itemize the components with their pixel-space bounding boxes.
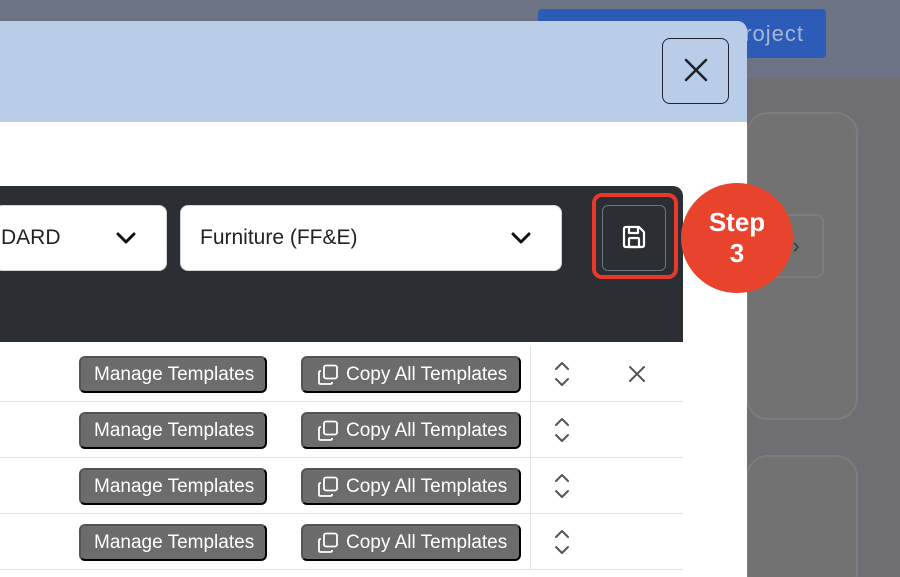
table-row: Manage Templates Copy All Templates [0, 402, 683, 458]
table-row: Manage Templates Copy All Templates [0, 346, 683, 402]
background-card [746, 455, 858, 577]
save-button[interactable] [602, 205, 666, 271]
column-divider [530, 402, 531, 457]
copy-all-templates-button[interactable]: Copy All Templates [301, 524, 521, 561]
template-toolbar: DARD Furniture (FF&E) [0, 186, 683, 342]
manage-templates-label: Manage Templates [94, 475, 255, 497]
chevron-down-icon [114, 226, 138, 250]
copy-icon [316, 419, 340, 443]
manage-templates-button[interactable]: Manage Templates [79, 412, 267, 449]
column-divider [530, 346, 531, 401]
copy-all-templates-button[interactable]: Copy All Templates [301, 356, 521, 393]
copy-icon [316, 363, 340, 387]
drag-sort-icon[interactable] [550, 472, 574, 500]
manage-templates-button[interactable]: Manage Templates [79, 524, 267, 561]
copy-all-templates-label: Copy All Templates [346, 419, 508, 441]
drag-sort-icon[interactable] [550, 360, 574, 388]
close-button[interactable] [662, 38, 729, 104]
copy-all-templates-label: Copy All Templates [346, 475, 508, 497]
step-badge-number: 3 [729, 238, 745, 268]
column-divider [530, 458, 531, 513]
copy-icon [316, 475, 340, 499]
modal-header [0, 21, 747, 122]
save-icon [620, 223, 648, 254]
column-divider [530, 514, 531, 569]
modal-dialog: DARD Furniture (FF&E) Manage Templates C… [0, 21, 747, 577]
manage-templates-label: Manage Templates [94, 363, 255, 385]
manage-templates-label: Manage Templates [94, 419, 255, 441]
standard-select-value: DARD [1, 226, 61, 249]
chevron-down-icon [509, 226, 533, 250]
copy-all-templates-label: Copy All Templates [346, 363, 508, 385]
remove-icon[interactable] [626, 363, 648, 385]
drag-sort-icon[interactable] [550, 416, 574, 444]
table-row: Manage Templates Copy All Templates [0, 514, 683, 570]
table-row: Manage Templates Copy All Templates [0, 458, 683, 514]
copy-all-templates-label: Copy All Templates [346, 531, 508, 553]
drag-sort-icon[interactable] [550, 528, 574, 556]
copy-icon [316, 531, 340, 555]
close-icon [683, 57, 709, 86]
step-badge: Step 3 [681, 183, 793, 293]
manage-templates-button[interactable]: Manage Templates [79, 356, 267, 393]
manage-templates-button[interactable]: Manage Templates [79, 468, 267, 505]
standard-select[interactable]: DARD [0, 205, 167, 271]
copy-all-templates-button[interactable]: Copy All Templates [301, 412, 521, 449]
background-button-label: roject [744, 20, 804, 46]
background-card-glyph: › [792, 233, 800, 258]
step-badge-label: Step [708, 207, 766, 237]
copy-all-templates-button[interactable]: Copy All Templates [301, 468, 521, 505]
category-select[interactable]: Furniture (FF&E) [180, 205, 562, 271]
manage-templates-label: Manage Templates [94, 531, 255, 553]
category-select-value: Furniture (FF&E) [200, 226, 358, 249]
